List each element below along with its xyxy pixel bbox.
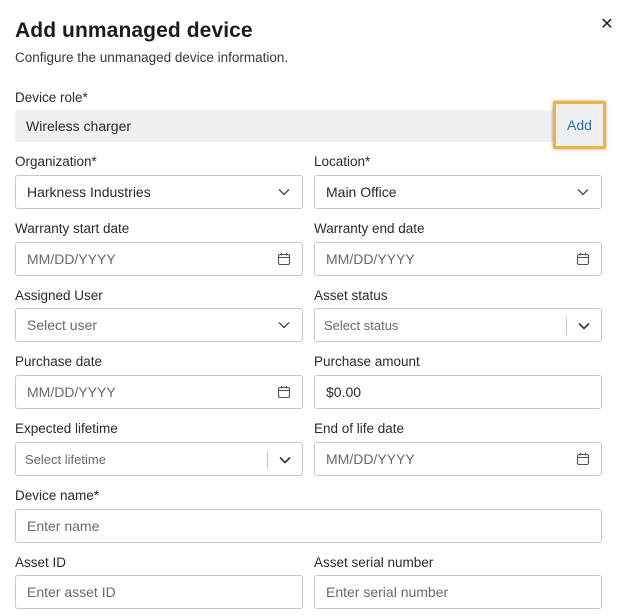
chevron-down-icon xyxy=(577,189,589,196)
asset-id-input[interactable]: Enter asset ID xyxy=(15,575,303,609)
device-name-input[interactable]: Enter name xyxy=(15,509,602,543)
device-role-value: Wireless charger xyxy=(26,118,132,134)
warranty-end-placeholder: MM/DD/YYYY xyxy=(326,251,415,267)
end-of-life-placeholder: MM/DD/YYYY xyxy=(326,451,415,467)
chevron-down-icon xyxy=(278,189,290,196)
assigned-user-placeholder: Select user xyxy=(27,317,98,333)
expected-lifetime-placeholder: Select lifetime xyxy=(25,451,106,467)
location-label: Location* xyxy=(314,154,371,169)
dialog-subtitle: Configure the unmanaged device informati… xyxy=(15,50,289,65)
asset-id-placeholder: Enter asset ID xyxy=(27,584,116,600)
asset-status-placeholder: Select status xyxy=(324,317,399,333)
organization-value: Harkness Industries xyxy=(27,184,151,200)
purchase-amount-label: Purchase amount xyxy=(314,354,420,369)
purchase-amount-value: $0.00 xyxy=(326,384,362,400)
device-role-field: Wireless charger xyxy=(15,110,603,142)
purchase-date-label: Purchase date xyxy=(15,354,103,369)
location-select[interactable]: Main Office xyxy=(314,175,602,209)
organization-select[interactable]: Harkness Industries xyxy=(15,175,303,209)
add-device-role-button[interactable]: Add xyxy=(553,101,606,149)
organization-label: Organization* xyxy=(15,154,97,169)
asset-status-select[interactable]: Select status xyxy=(314,308,602,342)
asset-id-label: Asset ID xyxy=(15,555,67,570)
end-of-life-input[interactable]: MM/DD/YYYY xyxy=(314,442,602,476)
assigned-user-select[interactable]: Select user xyxy=(15,308,303,342)
asset-status-label: Asset status xyxy=(314,288,388,303)
close-icon[interactable]: ✕ xyxy=(598,16,616,34)
select-divider xyxy=(267,451,268,469)
purchase-amount-input[interactable]: $0.00 xyxy=(314,375,602,409)
chevron-down-icon xyxy=(278,322,290,329)
device-name-placeholder: Enter name xyxy=(27,518,100,534)
serial-number-input[interactable]: Enter serial number xyxy=(314,575,602,609)
expected-lifetime-select[interactable]: Select lifetime xyxy=(15,442,303,476)
warranty-start-label: Warranty start date xyxy=(15,221,130,236)
calendar-icon[interactable] xyxy=(576,452,590,466)
warranty-end-label: Warranty end date xyxy=(314,221,425,236)
select-divider xyxy=(566,317,567,335)
warranty-start-placeholder: MM/DD/YYYY xyxy=(27,251,116,267)
chevron-down-icon[interactable] xyxy=(278,453,292,467)
calendar-icon[interactable] xyxy=(277,385,291,399)
purchase-date-input[interactable]: MM/DD/YYYY xyxy=(15,375,303,409)
calendar-icon[interactable] xyxy=(576,252,590,266)
end-of-life-label: End of life date xyxy=(314,421,405,436)
assigned-user-label: Assigned User xyxy=(15,288,103,303)
chevron-down-icon[interactable] xyxy=(577,319,591,333)
warranty-start-input[interactable]: MM/DD/YYYY xyxy=(15,242,303,276)
calendar-icon[interactable] xyxy=(277,252,291,266)
expected-lifetime-label: Expected lifetime xyxy=(15,421,118,436)
serial-number-label: Asset serial number xyxy=(314,555,434,570)
purchase-date-placeholder: MM/DD/YYYY xyxy=(27,384,116,400)
serial-number-placeholder: Enter serial number xyxy=(326,584,449,600)
device-role-label: Device role* xyxy=(15,90,88,105)
warranty-end-input[interactable]: MM/DD/YYYY xyxy=(314,242,602,276)
device-name-label: Device name* xyxy=(15,488,100,503)
dialog-title: Add unmanaged device xyxy=(15,19,253,42)
location-value: Main Office xyxy=(326,184,397,200)
